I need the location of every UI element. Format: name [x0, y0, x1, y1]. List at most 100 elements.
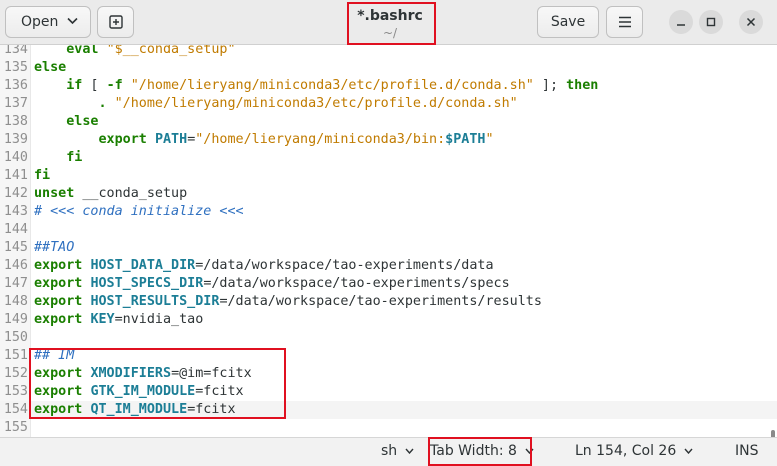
code-token: fi — [34, 168, 51, 183]
code-text: if [ -f "/home/lieryang/miniconda3/etc/p… — [34, 77, 598, 95]
code-line[interactable]: 136 if [ -f "/home/lieryang/miniconda3/e… — [0, 77, 777, 95]
code-token: "/home/lieryang/miniconda3/etc/profile.d… — [130, 78, 534, 93]
code-token: then — [566, 78, 599, 93]
code-text: export KEY=nvidia_tao — [34, 311, 203, 329]
code-token: =/data/workspace/tao-experiments/results — [219, 294, 542, 309]
code-line[interactable]: 150 — [0, 329, 777, 347]
maximize-button[interactable] — [699, 10, 723, 34]
highlight-box-tab-width — [428, 437, 532, 466]
chevron-down-icon — [405, 448, 414, 454]
code-text: export HOST_RESULTS_DIR=/data/workspace/… — [34, 293, 542, 311]
code-text: export PATH="/home/lieryang/miniconda3/b… — [34, 131, 494, 149]
insert-mode-indicator: INS — [735, 443, 759, 459]
code-token: export — [34, 258, 83, 273]
code-token: PATH — [154, 132, 188, 147]
line-number: 146 — [3, 258, 28, 273]
code-line[interactable]: 155 — [0, 419, 777, 437]
language-selector[interactable]: sh — [381, 443, 414, 459]
code-line[interactable]: 137 . "/home/lieryang/miniconda3/etc/pro… — [0, 95, 777, 113]
line-number: 134 — [3, 45, 28, 57]
line-number: 150 — [3, 330, 28, 345]
new-tab-button[interactable] — [97, 6, 134, 38]
line-number: 148 — [3, 294, 28, 309]
code-token: =nvidia_tao — [114, 312, 204, 327]
code-line[interactable]: 135 else — [0, 59, 777, 77]
cursor-position-selector[interactable]: Ln 154, Col 26 — [575, 443, 693, 459]
code-text: export HOST_DATA_DIR=/data/workspace/tao… — [34, 257, 494, 275]
line-number: 142 — [3, 186, 28, 201]
cursor-position-label: Ln 154, Col 26 — [575, 443, 677, 459]
open-button[interactable]: Open — [5, 6, 91, 38]
code-token: ##TAO — [34, 240, 75, 255]
code-text: fi — [34, 149, 82, 167]
line-number: 147 — [3, 276, 28, 291]
code-line[interactable]: 143 # <<< conda initialize <<< — [0, 203, 777, 221]
main-menu-button[interactable] — [606, 6, 643, 38]
code-token: __conda_setup — [74, 186, 188, 201]
line-number: 154 — [3, 402, 28, 417]
code-line[interactable]: 140 fi — [0, 149, 777, 167]
code-token: "/home/lieryang/miniconda3/etc/profile.d… — [114, 96, 518, 111]
code-text: . "/home/lieryang/miniconda3/etc/profile… — [34, 95, 518, 113]
code-line[interactable]: 145 ##TAO — [0, 239, 777, 257]
code-text: eval "$__conda_setup" — [34, 45, 235, 59]
close-icon — [746, 17, 756, 27]
save-button[interactable]: Save — [537, 6, 599, 38]
code-token: # <<< conda initialize <<< — [34, 204, 244, 219]
code-line[interactable]: 149 export KEY=nvidia_tao — [0, 311, 777, 329]
line-number: 140 — [3, 150, 28, 165]
minimize-button[interactable] — [669, 10, 693, 34]
code-line[interactable]: 148 export HOST_RESULTS_DIR=/data/workspa… — [0, 293, 777, 311]
code-line[interactable]: 144 — [0, 221, 777, 239]
code-text: export HOST_SPECS_DIR=/data/workspace/ta… — [34, 275, 510, 293]
code-line[interactable]: 146 export HOST_DATA_DIR=/data/workspace/… — [0, 257, 777, 275]
code-token: export — [34, 276, 83, 291]
code-token: fi — [66, 150, 83, 165]
code-token: unset — [34, 186, 75, 201]
language-label: sh — [381, 443, 398, 459]
code-token: eval — [66, 45, 99, 57]
code-line[interactable]: 138 else — [0, 113, 777, 131]
code-token: . — [98, 96, 107, 111]
line-number: 143 — [3, 204, 28, 219]
line-number: 138 — [3, 114, 28, 129]
code-text: else — [34, 59, 66, 77]
close-button[interactable] — [739, 10, 763, 34]
code-token: export — [98, 132, 147, 147]
code-line[interactable]: 139 export PATH="/home/lieryang/minicond… — [0, 131, 777, 149]
code-token: " — [485, 132, 494, 147]
minimize-icon — [677, 24, 685, 26]
code-line[interactable]: 141 fi — [0, 167, 777, 185]
code-token: KEY — [90, 312, 115, 327]
line-number: 141 — [3, 168, 28, 183]
code-token: $PATH — [445, 132, 486, 147]
code-token: [ — [82, 78, 107, 93]
code-line[interactable]: 147 export HOST_SPECS_DIR=/data/workspace… — [0, 275, 777, 293]
code-text: # <<< conda initialize <<< — [34, 203, 244, 221]
code-token: else — [66, 114, 99, 129]
vertical-scrollbar[interactable] — [771, 430, 775, 437]
line-number: 137 — [3, 96, 28, 111]
chevron-down-icon — [684, 448, 693, 454]
code-line[interactable]: 142 unset __conda_setup — [0, 185, 777, 203]
code-token: export — [34, 294, 83, 309]
code-token: HOST_RESULTS_DIR — [90, 294, 220, 309]
highlight-box-im-section — [29, 348, 286, 419]
code-line[interactable]: 134 eval "$__conda_setup" — [0, 45, 777, 59]
line-number: 139 — [3, 132, 28, 147]
code-text: else — [34, 113, 99, 131]
code-token: =/data/workspace/tao-experiments/specs — [203, 276, 510, 291]
open-button-label: Open — [21, 14, 59, 30]
code-token: =/data/workspace/tao-experiments/data — [195, 258, 494, 273]
line-number: 149 — [3, 312, 28, 327]
